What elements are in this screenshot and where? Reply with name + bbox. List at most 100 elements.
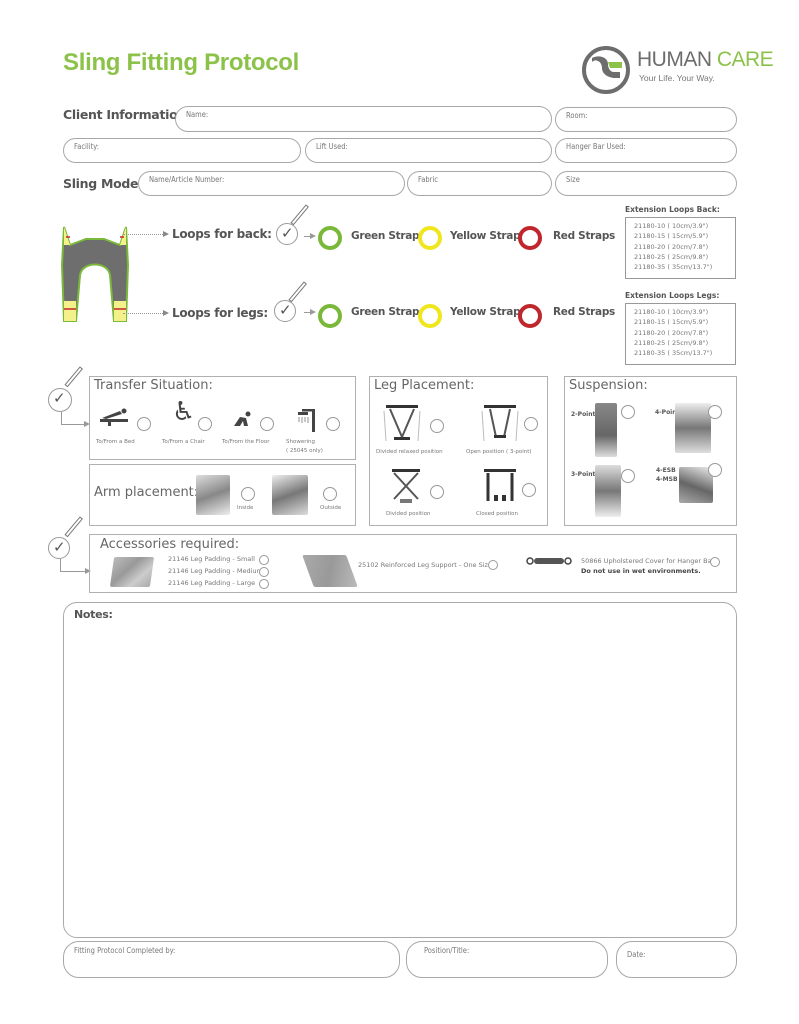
arrow-icon — [310, 309, 316, 315]
leg-padding-medium-radio[interactable] — [259, 567, 269, 577]
extension-loop-item: 21180-35 ( 35cm/13.7") — [634, 263, 713, 272]
leg-padding-image — [109, 557, 155, 587]
four-point-radio[interactable] — [708, 405, 722, 419]
closed-position-label: Closed position — [476, 511, 519, 517]
arm-inside-radio[interactable] — [241, 487, 255, 501]
hanger-cover-warning: Do not use in wet environments. — [581, 567, 701, 575]
extension-loop-item: 21180-10 ( 10cm/3.9") — [634, 308, 709, 316]
article-number-field[interactable]: Name/Article Number: — [138, 171, 405, 196]
chair-transfer-radio[interactable] — [198, 417, 212, 431]
two-point-radio[interactable] — [621, 405, 635, 419]
divided-relaxed-radio[interactable] — [430, 419, 444, 433]
three-point-radio[interactable] — [621, 469, 635, 483]
pencil-icon — [290, 204, 309, 226]
two-point-illustration — [595, 403, 617, 457]
completed-by-label: Fitting Protocol Completed by: — [74, 946, 176, 955]
loops-for-back-label: Loops for back: — [172, 227, 272, 241]
suspension-panel: Suspension: 2-Point 4-Point 3-Point 4-ES… — [564, 376, 737, 526]
divided-relaxed-illustration — [383, 405, 421, 442]
back-green-strap-option[interactable] — [318, 226, 342, 250]
position-title-label: Position/Title: — [424, 946, 470, 955]
article-number-field-label: Name/Article Number: — [149, 175, 225, 184]
back-loop-pointer — [123, 234, 163, 235]
wheelchair-icon: ♿ — [172, 397, 196, 427]
hanger-cover-label: 50866 Upholstered Cover for Hanger Bar — [581, 557, 715, 565]
transfer-situation-panel: Transfer Situation: To/From a Bed ♿ To/F… — [89, 376, 356, 460]
back-green-strap-label: Green Strap — [351, 230, 420, 242]
suspension-title: Suspension: — [569, 378, 648, 393]
back-red-strap-label: Red Straps — [553, 230, 615, 242]
floor-transfer-radio[interactable] — [260, 417, 274, 431]
leg-support-image — [302, 555, 358, 587]
legs-yellow-strap-option[interactable] — [418, 304, 442, 328]
notes-area[interactable]: Notes: — [63, 602, 737, 938]
pencil-icon — [288, 281, 307, 303]
divided-position-illustration — [392, 469, 420, 503]
back-yellow-strap-label: Yellow Strap — [450, 230, 521, 242]
legs-red-strap-option[interactable] — [518, 304, 542, 328]
fabric-field[interactable]: Fabric — [407, 171, 552, 196]
brand-name-secondary: CARE — [716, 48, 774, 71]
facility-field[interactable]: Facility: — [63, 138, 301, 163]
three-point-illustration — [595, 465, 621, 517]
hanger-bar-used-field[interactable]: Hanger Bar Used: — [555, 138, 737, 163]
connector-line — [61, 412, 62, 424]
brand-name-primary: HUMAN — [637, 48, 712, 71]
leg-padding-large-label: 21146 Leg Padding - Large — [168, 579, 256, 587]
brand-tagline: Your Life. Your Way. — [639, 73, 715, 83]
extension-loop-item: 21180-15 ( 15cm/5.9") — [634, 232, 709, 241]
loops-for-legs-label: Loops for legs: — [172, 306, 268, 320]
open-position-radio[interactable] — [524, 417, 538, 431]
leg-padding-medium-label: 21146 Leg Padding - Medium — [168, 567, 263, 575]
leg-support-radio[interactable] — [488, 560, 498, 570]
arm-outside-illustration — [272, 475, 308, 515]
size-field[interactable]: Size — [555, 171, 737, 196]
check-icon — [274, 300, 296, 322]
extension-loops-back-title: Extension Loops Back: — [625, 205, 720, 214]
hanger-cover-radio[interactable] — [710, 557, 720, 567]
arm-outside-label: Outside — [320, 505, 342, 511]
open-position-illustration — [481, 405, 519, 442]
four-point-illustration — [675, 403, 711, 453]
arrow-icon — [310, 233, 316, 239]
extension-loop-item: 21180-35 ( 35cm/13.7") — [634, 349, 713, 358]
accessories-title: Accessories required: — [100, 537, 240, 552]
leg-placement-title: Leg Placement: — [374, 378, 475, 393]
date-field[interactable]: Date: — [616, 941, 737, 978]
showering-radio[interactable] — [326, 417, 340, 431]
divided-position-radio[interactable] — [430, 485, 444, 499]
name-field[interactable]: Name: — [175, 106, 552, 132]
arm-inside-illustration — [196, 475, 230, 515]
room-field-label: Room: — [566, 111, 588, 120]
legs-green-strap-option[interactable] — [318, 304, 342, 328]
page-title: Sling Fitting Protocol — [63, 49, 300, 76]
connector-line — [60, 559, 61, 571]
room-field[interactable]: Room: — [555, 107, 737, 132]
name-field-label: Name: — [186, 110, 209, 119]
legs-yellow-strap-label: Yellow Strap — [450, 306, 521, 318]
legs-green-strap-label: Green Strap — [351, 306, 420, 318]
back-red-strap-option[interactable] — [518, 226, 542, 250]
leg-padding-small-radio[interactable] — [259, 555, 269, 565]
sling-diagram-icon — [60, 226, 130, 322]
leg-padding-large-radio[interactable] — [259, 579, 269, 589]
facility-field-label: Facility: — [74, 142, 100, 151]
floor-transfer-label: To/From the Floor — [222, 439, 270, 445]
four-msb-label: 4-MSB — [656, 476, 678, 483]
four-esb-radio[interactable] — [708, 463, 722, 477]
arm-outside-radio[interactable] — [323, 487, 337, 501]
lift-used-field[interactable]: Lift Used: — [305, 138, 552, 163]
extension-loop-item: 21180-20 ( 20cm/7.8") — [634, 328, 709, 337]
accessories-panel: Accessories required: 21146 Leg Padding … — [89, 534, 737, 593]
back-yellow-strap-option[interactable] — [418, 226, 442, 250]
closed-position-radio[interactable] — [522, 483, 536, 497]
extension-loop-item: 21180-10 ( 10cm/3.9") — [634, 222, 709, 230]
extension-loop-item: 21180-15 ( 15cm/5.9") — [634, 318, 709, 327]
bed-transfer-radio[interactable] — [137, 417, 151, 431]
position-title-field[interactable]: Position/Title: — [406, 941, 608, 978]
legs-loop-pointer — [123, 313, 163, 314]
lift-used-field-label: Lift Used: — [316, 142, 348, 151]
arrow-icon — [163, 231, 169, 237]
leg-padding-small-label: 21146 Leg Padding - Small — [168, 555, 255, 563]
completed-by-field[interactable]: Fitting Protocol Completed by: — [63, 941, 400, 978]
